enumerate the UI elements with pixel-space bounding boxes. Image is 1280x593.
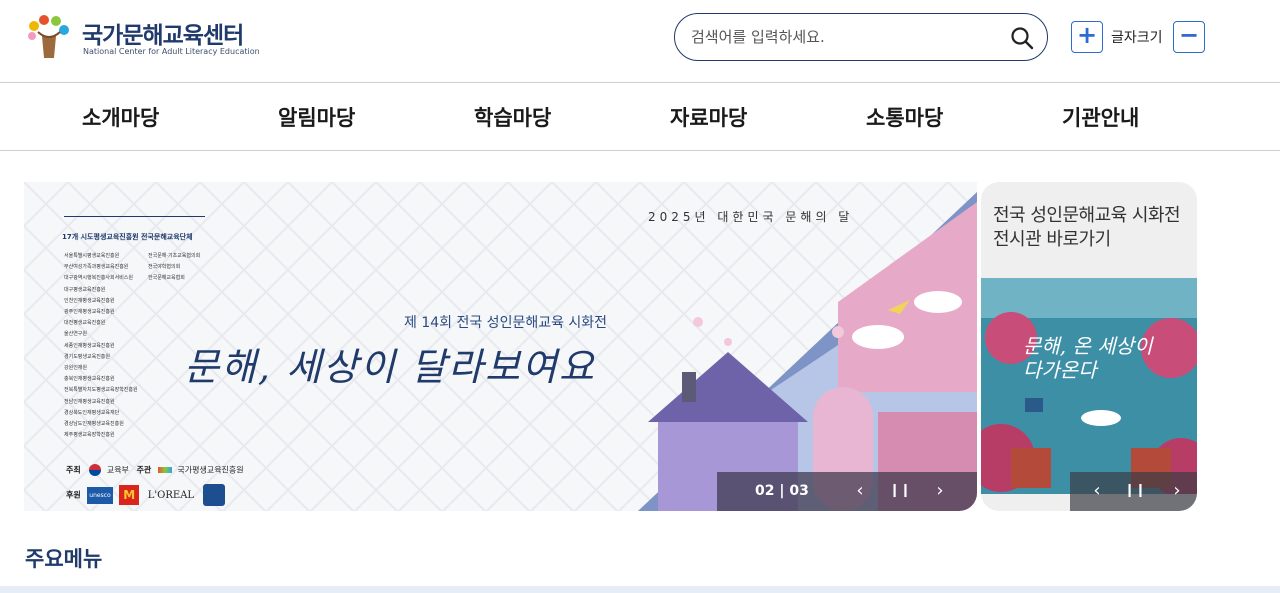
organizer-list-item: 경상남도인재평생교육진흥원 [64,421,124,428]
slide-counter: 02 | 03 [755,483,809,499]
site-header: 국가문해교육센터 National Center for Adult Liter… [0,0,1280,83]
font-size-increase-button[interactable]: + [1071,21,1103,53]
organizer-list-item: 전북특별자치도평생교육장학진흥원 [64,387,138,394]
exhibition-poster-image[interactable]: 문해, 온 세상이 다가온다 [981,278,1197,494]
sponsor-emblem-icon [202,484,225,506]
sponsor-label: 후원 [66,490,81,500]
pause-slide-button[interactable]: ❙❙ [889,480,911,502]
nav-item-intro[interactable]: 소개마당 [82,102,159,132]
organizer-list-item: 경기도평생교육진흥원 [64,353,111,360]
logo-title: 국가문해교육센터 [82,23,244,49]
organizer-heading: 17개 시도평생교육진흥원 전국문해교육단체 [62,233,193,241]
prev-slide-button[interactable]: ‹ [849,480,871,502]
host-row: 주최 교육부 주관 국가평생교육진흥원 [66,464,244,476]
mcdonalds-logo: M [119,485,140,505]
side-prev-button[interactable]: ‹ [1086,480,1108,502]
loreal-logo: L'OREAL [147,489,195,501]
organizer-list-item: 대구광역시행복진흥사회서비스원 [64,275,134,282]
side-next-button[interactable]: › [1166,480,1188,502]
banner-subtitle: 제 14회 전국 성인문해교육 시화전 [404,315,608,331]
organizer-list-item: 강원인재원 [64,365,88,372]
host-label: 주최 [66,465,81,475]
search-box [674,13,1048,61]
host-value: 교육부 [106,465,129,475]
nav-item-community[interactable]: 소통마당 [866,102,943,132]
organizer-list-item: 광주인재평생교육진흥원 [64,309,115,316]
poster-illustration-icon [981,278,1197,494]
font-size-decrease-button[interactable]: − [1173,21,1205,53]
site-logo[interactable]: 국가문해교육센터 National Center for Adult Liter… [24,12,264,64]
organizer-list-item: 울산연구원 [64,331,88,338]
organizer-list-item: 부산여성가족과평생교육진흥원 [64,264,129,271]
nav-item-learning[interactable]: 학습마당 [474,102,551,132]
organizer-list-right: 전국문해·기초교육협의회전국야학협의회한국문해교육협회 [148,251,200,285]
search-icon[interactable] [1009,25,1035,51]
organizer-list-item: 전국문해·기초교육협의회 [148,253,201,259]
banner-title: 문해, 세상이 달라보여요 [184,345,596,389]
main-menu-heading: 주요메뉴 [25,547,103,571]
next-slide-button[interactable]: › [929,480,951,502]
side-pause-button[interactable]: ❙❙ [1124,480,1146,502]
logo-mark-icon [28,15,69,58]
logo-subtitle: National Center for Adult Literacy Educa… [83,47,260,56]
organizer-list-item: 전남인재평생교육진흥원 [64,398,115,405]
organizer-list-item: 충북인재평생교육진흥원 [64,376,115,383]
exhibition-shortcut-card[interactable]: 전국 성인문해교육 시화전 전시관 바로가기 문해, 온 세상이 다가온다 ‹ … [981,182,1197,511]
nile-logo-icon [157,467,172,473]
exhibition-shortcut-title[interactable]: 전국 성인문해교육 시화전 전시관 바로가기 [993,204,1193,252]
unesco-logo: unesco [87,486,113,504]
organizer-value: 국가평생교육진흥원 [177,465,244,475]
main-menu-section [0,586,1280,593]
organizer-list-item: 전국야학협의회 [148,264,181,271]
main-navigation: 소개마당 알림마당 학습마당 자료마당 소통마당 기관안내 [0,83,1280,151]
banner-controls: 02 | 03 ‹ ❙❙ › [717,472,977,511]
organizer-list-item: 대전평생교육진흥원 [64,320,106,327]
organizer-list-item: 한국문해교육협회 [148,275,185,282]
search-input[interactable] [691,24,991,50]
organizer-list-item: 서울특별시평생교육진흥원 [64,253,120,259]
korea-emblem-icon [89,464,102,476]
nav-item-notice[interactable]: 알림마당 [278,102,355,132]
sponsor-row: 후원 unesco M L'OREAL [66,484,225,506]
poster-title: 문해, 온 세상이 다가온다 [1023,334,1153,382]
organizer-list-left: 서울특별시평생교육진흥원부산여성가족과평생교육진흥원대구광역시행복진흥사회서비스… [64,251,138,441]
organizer-list-item: 제주평생교육장학진흥원 [64,432,115,439]
organizer-list-item: 경상북도인재평생교육재단 [64,409,120,416]
organizer-list-item: 대구평생교육진흥원 [64,286,106,293]
organizer-list-item: 인천인재평생교육진흥원 [64,297,115,304]
side-banner-controls: ‹ ❙❙ › [1070,472,1197,511]
nav-item-resources[interactable]: 자료마당 [670,102,747,132]
nav-item-about[interactable]: 기관안내 [1062,102,1139,132]
organizer-list-item: 세종인재평생교육진흥원 [64,342,115,349]
illustration-house-icon [638,192,977,511]
divider [64,216,205,217]
main-banner-slide[interactable]: 17개 시도평생교육진흥원 전국문해교육단체 서울특별시평생교육진흥원부산여성가… [24,182,977,511]
font-size-label: 글자크기 [1111,30,1163,46]
organizer-label: 주관 [136,465,152,475]
